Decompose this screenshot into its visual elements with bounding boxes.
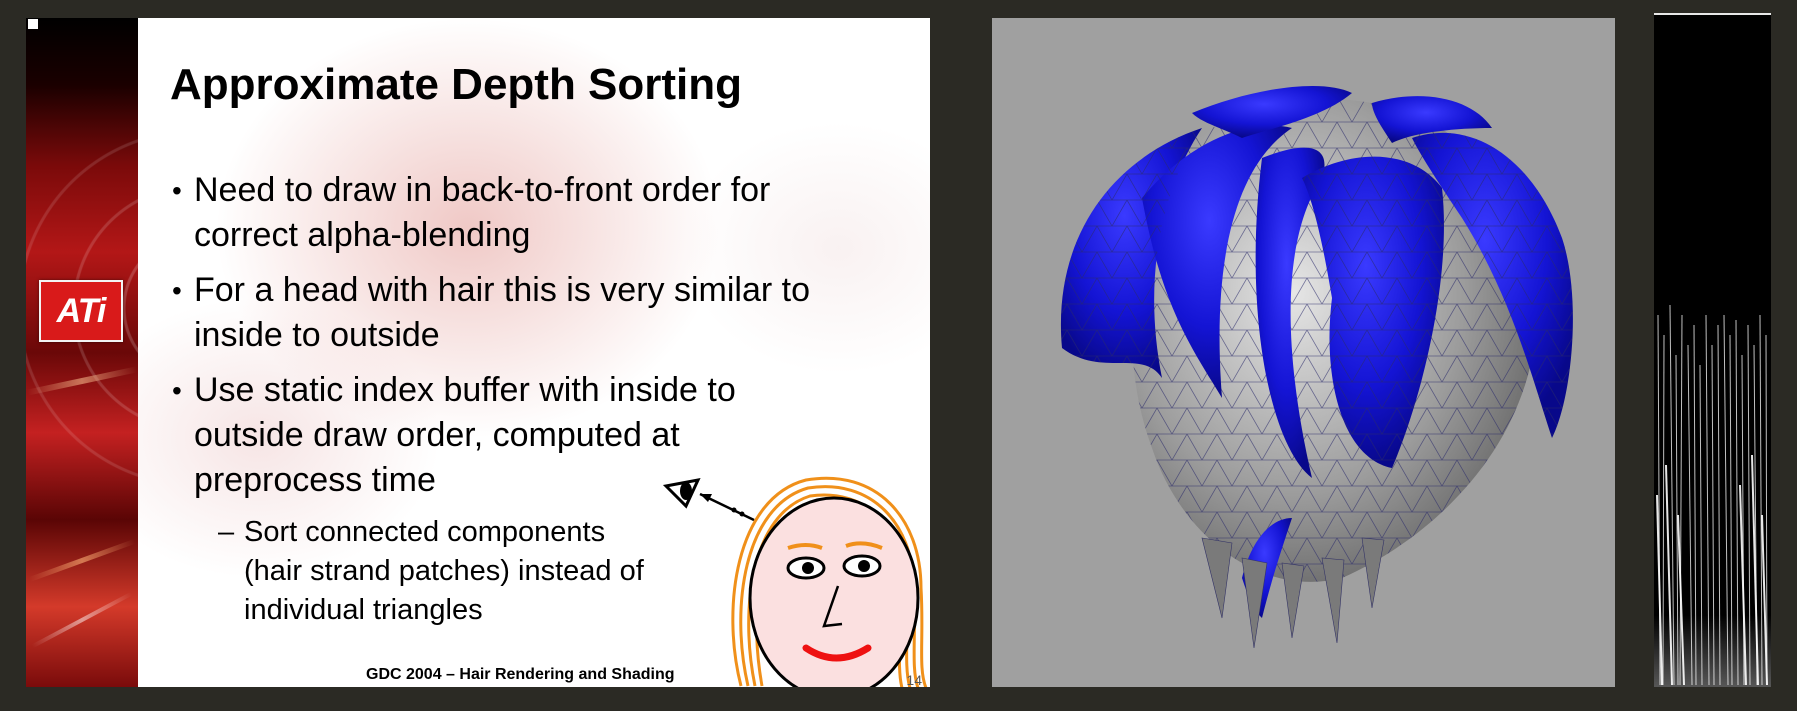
slide-footer: GDC 2004 – Hair Rendering and Shading — [366, 666, 675, 683]
hair-mesh-render — [992, 18, 1615, 687]
page-number: 14 — [906, 672, 922, 687]
slide-side-decoration: ATi — [26, 18, 138, 687]
bullet-glyph: • — [172, 275, 182, 306]
ati-logo: ATi — [39, 280, 123, 342]
hair-mesh-image — [1060, 85, 1573, 649]
hair-texture-image — [1654, 304, 1771, 687]
sub-bullet-item: – Sort connected components (hair strand… — [170, 513, 664, 630]
bullet-glyph: • — [172, 175, 182, 206]
eye-viewpoint-icon — [662, 477, 755, 522]
bullet-item: • Need to draw in back-to-front order fo… — [170, 168, 870, 258]
face-with-hair-illustration — [662, 476, 928, 687]
sub-bullet-text: Sort connected components (hair strand p… — [244, 516, 644, 626]
hair-texture-strip — [1654, 13, 1771, 687]
bullet-text: Need to draw in back-to-front order for … — [194, 171, 771, 254]
bullet-text: For a head with hair this is very simila… — [194, 271, 810, 354]
bullet-item: • For a head with hair this is very simi… — [170, 268, 874, 358]
slide-title: Approximate Depth Sorting — [170, 60, 743, 109]
slide: ATi Approximate Depth Sorting • Need to … — [26, 18, 930, 687]
bullet-glyph: • — [172, 375, 182, 406]
corner-marker — [28, 19, 38, 29]
presentation-viewer: ATi Approximate Depth Sorting • Need to … — [0, 0, 1797, 711]
sub-bullet-glyph: – — [218, 516, 235, 548]
